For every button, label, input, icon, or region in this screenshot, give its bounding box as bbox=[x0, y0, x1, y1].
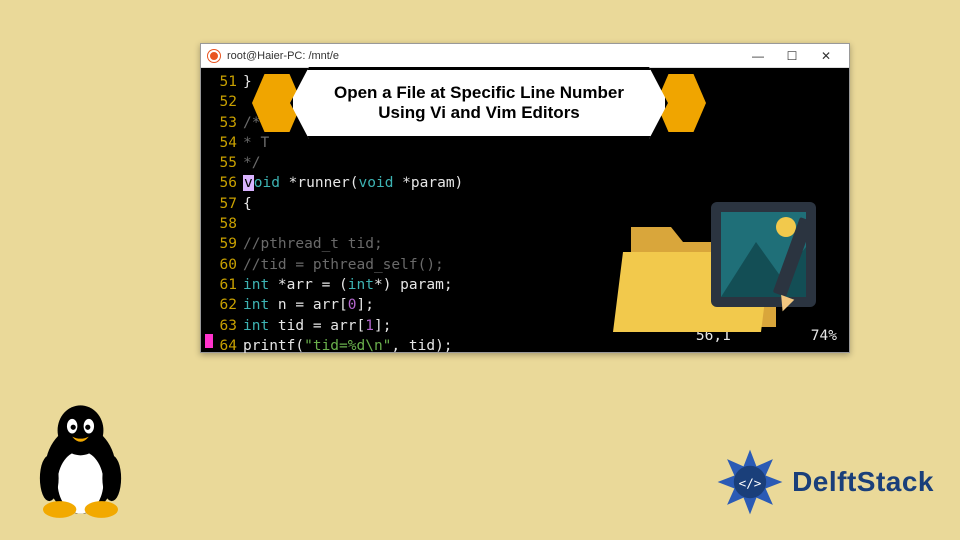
line-content: //pthread_t tid; bbox=[243, 234, 383, 254]
line-number: 62 bbox=[209, 295, 237, 315]
line-number: 57 bbox=[209, 194, 237, 214]
illustration-graphic bbox=[611, 172, 831, 342]
brand-name: DelftStack bbox=[792, 466, 934, 498]
tux-penguin-icon bbox=[28, 397, 133, 522]
line-number: 59 bbox=[209, 234, 237, 254]
window-titlebar: root@Haier-PC: /mnt/e — ☐ ✕ bbox=[201, 44, 849, 68]
window-title: root@Haier-PC: /mnt/e bbox=[227, 50, 741, 62]
headline-line1: Open a File at Specific Line Number bbox=[334, 83, 624, 103]
line-number: 52 bbox=[209, 92, 237, 112]
close-button[interactable]: ✕ bbox=[809, 46, 843, 66]
line-content: * T bbox=[243, 133, 269, 153]
headline-line2: Using Vi and Vim Editors bbox=[378, 103, 580, 123]
line-content: //tid = pthread_self(); bbox=[243, 255, 444, 275]
delftstack-brand: </> DelftStack bbox=[714, 446, 934, 518]
svg-text:</>: </> bbox=[739, 475, 762, 490]
line-number: 61 bbox=[209, 275, 237, 295]
ubuntu-icon bbox=[207, 49, 221, 63]
line-number: 56 bbox=[209, 173, 237, 193]
headline-box: Open a File at Specific Line Number Usin… bbox=[290, 67, 668, 139]
delft-badge-icon: </> bbox=[714, 446, 786, 518]
line-content: int n = arr[0]; bbox=[243, 295, 374, 315]
line-number: 53 bbox=[209, 113, 237, 133]
line-number: 54 bbox=[209, 133, 237, 153]
line-content: int *arr = (int*) param; bbox=[243, 275, 453, 295]
line-number: 55 bbox=[209, 153, 237, 173]
minimize-button[interactable]: — bbox=[741, 46, 775, 66]
maximize-button[interactable]: ☐ bbox=[775, 46, 809, 66]
line-content: } bbox=[243, 72, 252, 92]
line-content: { bbox=[243, 194, 252, 214]
code-line: 55 */ bbox=[209, 153, 841, 173]
line-content: void *runner(void *param) bbox=[243, 173, 463, 193]
headline-banner: Open a File at Specific Line Number Usin… bbox=[274, 67, 684, 139]
line-number: 58 bbox=[209, 214, 237, 234]
line-number: 60 bbox=[209, 255, 237, 275]
line-content: */ bbox=[243, 153, 260, 173]
line-number: 51 bbox=[209, 72, 237, 92]
